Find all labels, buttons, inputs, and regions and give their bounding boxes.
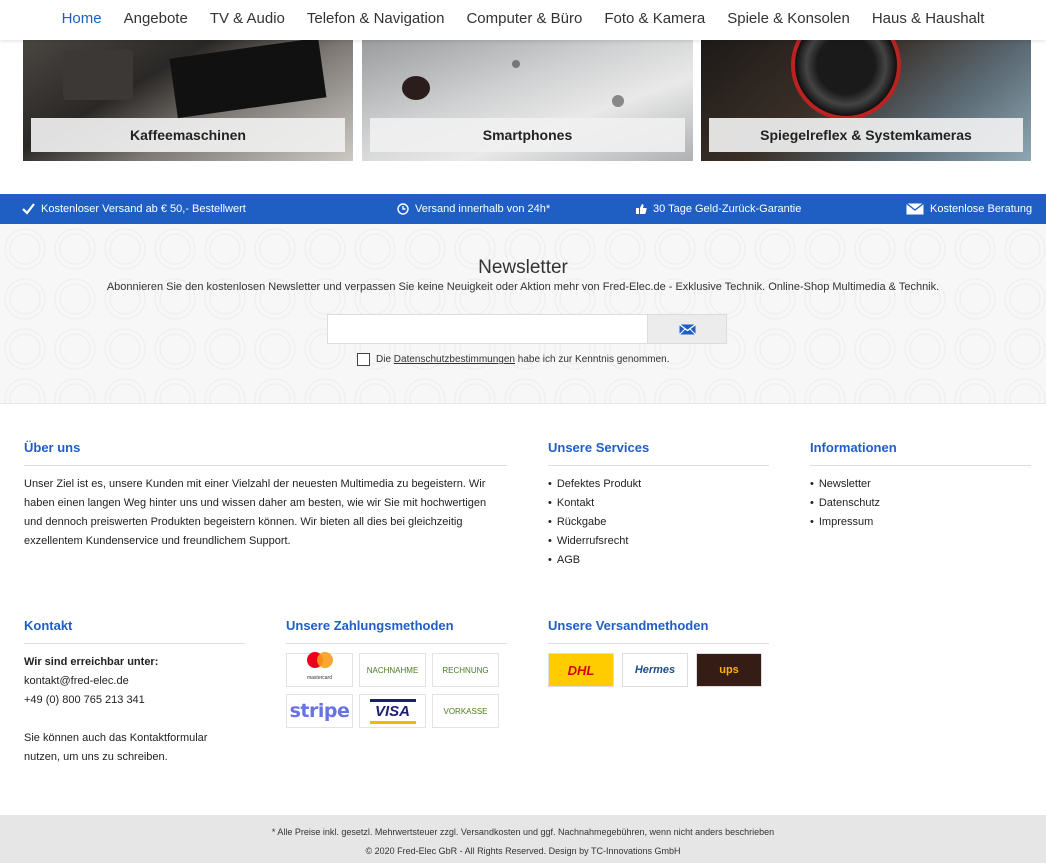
envelope-icon <box>678 323 696 335</box>
footer-services: Unsere Services Defektes Produkt Kontakt… <box>548 438 769 570</box>
usp-text: Kostenlose Beratung <box>930 203 1033 215</box>
invoice-logo: RECHNUNG <box>432 653 499 687</box>
stripe-logo: stripe <box>286 694 353 728</box>
contact-title: Kontakt <box>24 616 245 644</box>
consent-suffix: habe ich zur Kenntnis genommen. <box>517 354 670 365</box>
nav-item-haus-haushalt[interactable]: Haus & Haushalt <box>861 10 996 27</box>
contact-phone: +49 (0) 800 765 213 341 <box>24 694 145 706</box>
footer-information: Informationen Newsletter Datenschutz Imp… <box>810 438 1031 532</box>
clock-icon <box>397 203 409 215</box>
services-link-return[interactable]: Rückgabe <box>548 513 769 532</box>
footer-payment-methods: Unsere Zahlungsmethoden mastercard NACHN… <box>286 616 507 728</box>
water-drop-image <box>512 60 520 68</box>
info-link-privacy[interactable]: Datenschutz <box>810 494 1031 513</box>
nav-item-foto-kamera[interactable]: Foto & Kamera <box>593 10 716 27</box>
usp-bar: Kostenloser Versand ab € 50,- Bestellwer… <box>0 194 1046 224</box>
nav-item-telefon-navigation[interactable]: Telefon & Navigation <box>296 10 456 27</box>
info-link-imprint[interactable]: Impressum <box>810 513 1031 532</box>
hermes-logo: Hermes <box>622 653 688 687</box>
category-caption: Smartphones <box>370 118 685 152</box>
shipping-title: Unsere Versandmethoden <box>548 616 769 644</box>
category-tile-coffee[interactable]: Kaffeemaschinen <box>23 40 353 161</box>
privacy-consent: Die Datenschutzbestimmungen habe ich zur… <box>357 353 670 366</box>
coffee-machine-image <box>63 50 133 100</box>
newsletter-section: Newsletter Abonnieren Sie den kostenlose… <box>0 224 1046 404</box>
about-title: Über uns <box>24 438 507 466</box>
services-link-contact[interactable]: Kontakt <box>548 494 769 513</box>
category-tile-cameras[interactable]: Spiegelreflex & Systemkameras <box>701 40 1031 161</box>
nav-item-tv-audio[interactable]: TV & Audio <box>199 10 296 27</box>
mastercard-label: mastercard <box>306 675 332 681</box>
apple-logo-image <box>402 76 430 100</box>
bottom-bar: * Alle Preise inkl. gesetzl. Mehrwertste… <box>0 815 1046 863</box>
newsletter-email-input[interactable] <box>327 314 648 344</box>
payment-title: Unsere Zahlungsmethoden <box>286 616 507 644</box>
info-link-newsletter[interactable]: Newsletter <box>810 475 1031 494</box>
envelope-icon <box>906 203 924 215</box>
privacy-policy-link[interactable]: Datenschutzbestimmungen <box>394 354 515 365</box>
check-icon <box>22 203 35 215</box>
services-link-withdrawal[interactable]: Widerrufsrecht <box>548 532 769 551</box>
category-caption: Spiegelreflex & Systemkameras <box>709 118 1023 152</box>
visa-logo: VISA <box>359 694 426 728</box>
visa-label: VISA <box>374 702 410 720</box>
footer-contact: Kontakt Wir sind erreichbar unter: konta… <box>24 616 245 767</box>
information-title: Informationen <box>810 438 1031 466</box>
services-link-terms[interactable]: AGB <box>548 551 769 570</box>
ups-logo: ups <box>696 653 762 687</box>
category-tiles: Kaffeemaschinen Smartphones Spiegelrefle… <box>23 40 1031 161</box>
thumbs-up-icon <box>636 204 647 214</box>
consent-text: Die Datenschutzbestimmungen habe ich zur… <box>376 354 670 365</box>
newsletter-subtitle: Abonnieren Sie den kostenlosen Newslette… <box>106 281 940 293</box>
shipping-logos: DHL Hermes ups <box>548 653 769 687</box>
contact-note: Sie können auch das Kontaktformular nutz… <box>24 732 208 763</box>
privacy-consent-checkbox[interactable] <box>357 353 370 366</box>
footer-about: Über uns Unser Ziel ist es, unsere Kunde… <box>24 438 507 551</box>
price-disclaimer: * Alle Preise inkl. gesetzl. Mehrwertste… <box>271 827 775 837</box>
nav-item-computer-buero[interactable]: Computer & Büro <box>455 10 593 27</box>
camera-lens-image <box>791 40 901 120</box>
usp-free-shipping: Kostenloser Versand ab € 50,- Bestellwer… <box>22 194 246 224</box>
footer-shipping-methods: Unsere Versandmethoden DHL Hermes ups <box>548 616 769 687</box>
cash-on-delivery-logo: NACHNAHME <box>359 653 426 687</box>
nav-item-angebote[interactable]: Angebote <box>113 10 199 27</box>
newsletter-title: Newsletter <box>478 257 568 278</box>
prepayment-logo: VORKASSE <box>432 694 499 728</box>
usp-free-advice: Kostenlose Beratung <box>906 194 1032 224</box>
nav-item-home[interactable]: Home <box>51 10 113 27</box>
usp-text: 30 Tage Geld-Zurück-Garantie <box>653 203 802 215</box>
mastercard-logo: mastercard <box>286 652 353 687</box>
contact-reachable: Wir sind erreichbar unter: <box>24 656 159 668</box>
coffee-machine-image <box>169 40 327 119</box>
main-navigation: Home Angebote TV & Audio Telefon & Navig… <box>0 0 1046 40</box>
water-drop-image <box>612 95 624 107</box>
usp-text: Versand innerhalb von 24h* <box>415 203 551 215</box>
copyright: © 2020 Fred-Elec GbR - All Rights Reserv… <box>365 846 681 856</box>
usp-text: Kostenloser Versand ab € 50,- Bestellwer… <box>41 203 246 215</box>
consent-prefix: Die <box>376 354 392 365</box>
payment-logos: mastercard NACHNAHME RECHNUNG stripe VIS… <box>286 652 507 728</box>
nav-item-spiele-konsolen[interactable]: Spiele & Konsolen <box>716 10 861 27</box>
dhl-logo: DHL <box>548 653 614 687</box>
contact-email-link[interactable]: kontakt@fred-elec.de <box>24 672 245 691</box>
newsletter-submit-button[interactable] <box>647 314 727 344</box>
services-title: Unsere Services <box>548 438 769 466</box>
category-tile-smartphones[interactable]: Smartphones <box>362 40 693 161</box>
usp-fast-delivery: Versand innerhalb von 24h* <box>397 194 550 224</box>
about-text: Unser Ziel ist es, unsere Kunden mit ein… <box>24 478 487 547</box>
category-caption: Kaffeemaschinen <box>31 118 345 152</box>
usp-money-back: 30 Tage Geld-Zurück-Garantie <box>635 194 801 224</box>
services-link-defective-product[interactable]: Defektes Produkt <box>548 475 769 494</box>
